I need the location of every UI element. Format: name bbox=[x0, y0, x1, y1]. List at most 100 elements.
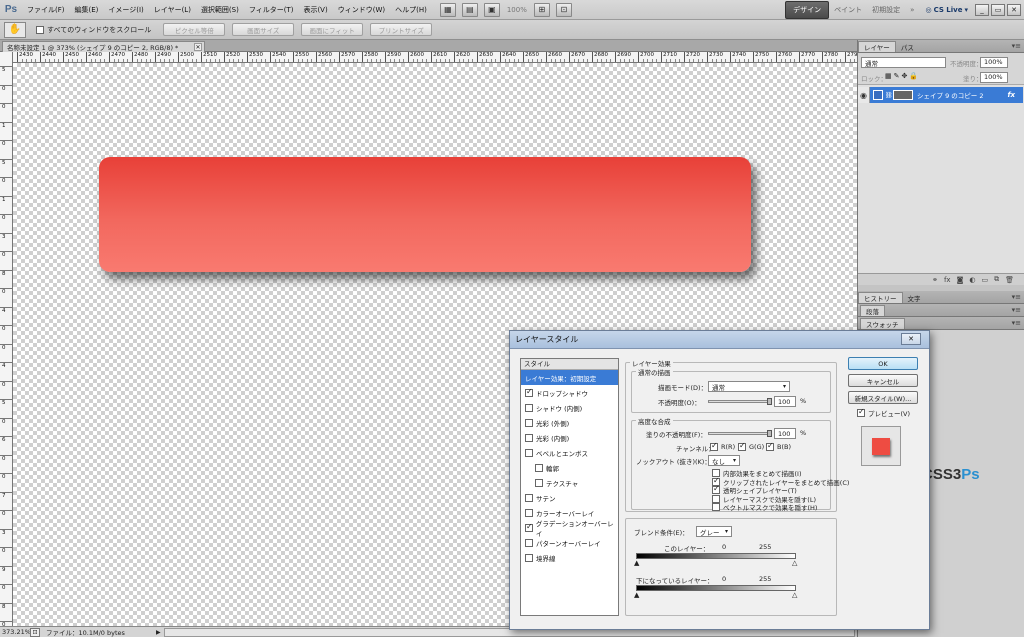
red-button-shape[interactable] bbox=[99, 157, 751, 272]
menu-item[interactable]: ヘルプ(H) bbox=[390, 5, 432, 15]
channel-b-checkbox[interactable] bbox=[766, 441, 774, 451]
style-checkbox[interactable] bbox=[525, 493, 533, 502]
print-size-button[interactable]: プリントサイズ bbox=[370, 23, 433, 36]
ok-button[interactable]: OK bbox=[848, 357, 918, 370]
underlying-black-knob[interactable]: ▲ bbox=[634, 592, 639, 599]
opacity-slider[interactable] bbox=[708, 398, 772, 405]
lock-all-icon[interactable]: 🔒 bbox=[909, 72, 920, 80]
style-list-item[interactable]: シャドウ (内側) bbox=[521, 400, 618, 415]
advanced-option[interactable]: ベクトルマスクで効果を隠す(H) bbox=[712, 502, 817, 512]
hand-tool-icon[interactable]: ✋ bbox=[4, 21, 26, 38]
fill-input[interactable]: 100% bbox=[980, 72, 1008, 83]
preview-toggle[interactable]: プレビュー(V) bbox=[857, 407, 918, 418]
style-checkbox[interactable] bbox=[525, 522, 533, 532]
style-checkbox[interactable] bbox=[525, 387, 533, 397]
new-style-button[interactable]: 新規スタイル(W)... bbox=[848, 391, 918, 404]
style-list-item[interactable]: テクスチャ bbox=[521, 475, 618, 490]
style-list-item[interactable]: ベベルとエンボス bbox=[521, 445, 618, 460]
arrange-docs-icon[interactable]: ⊞ bbox=[533, 2, 550, 17]
view-extras-icon[interactable]: ▣ bbox=[483, 2, 500, 17]
channel-r-checkbox[interactable] bbox=[710, 441, 718, 451]
menu-item[interactable]: ファイル(F) bbox=[22, 5, 70, 15]
status-preview-icon[interactable]: ⊡ bbox=[30, 627, 40, 637]
cancel-button[interactable]: キャンセル bbox=[848, 374, 918, 387]
blend-mode-select[interactable]: 通常 bbox=[861, 57, 946, 68]
blend-if-select[interactable]: グレー bbox=[696, 526, 732, 537]
zoom-field[interactable]: 373.21% bbox=[0, 628, 31, 636]
style-checkbox[interactable] bbox=[525, 433, 533, 442]
fx-icon[interactable]: fx bbox=[1007, 91, 1015, 99]
this-layer-black-knob[interactable]: ▲ bbox=[634, 560, 639, 567]
menu-item[interactable]: 表示(V) bbox=[298, 5, 332, 15]
slider-knob[interactable] bbox=[767, 430, 772, 437]
channel-b[interactable]: B(B) bbox=[766, 441, 791, 451]
fill-opacity-slider[interactable] bbox=[708, 430, 772, 437]
scroll-all-checkbox[interactable] bbox=[36, 25, 44, 34]
close-icon[interactable]: ✕ bbox=[194, 43, 202, 51]
style-checkbox[interactable] bbox=[525, 508, 533, 517]
close-button[interactable]: ✕ bbox=[1007, 3, 1021, 16]
dialog-titlebar[interactable]: レイヤースタイル ✕ bbox=[510, 331, 929, 349]
workspace-paint-button[interactable]: ペイント bbox=[829, 5, 867, 15]
lock-transparency-icon[interactable]: ▦ bbox=[885, 72, 894, 80]
menu-item[interactable]: 選択範囲(S) bbox=[196, 5, 244, 15]
style-checkbox[interactable] bbox=[525, 418, 533, 427]
channel-g-checkbox[interactable] bbox=[738, 441, 746, 451]
style-list-item[interactable]: サテン bbox=[521, 490, 618, 505]
bridge-icon[interactable]: ▦ bbox=[439, 2, 456, 17]
style-list-item[interactable]: ドロップシャドウ bbox=[521, 385, 618, 400]
trash-icon[interactable]: 🗑 bbox=[1005, 276, 1014, 284]
dialog-opacity-input[interactable]: 100 bbox=[774, 396, 796, 407]
tab-paths[interactable]: パス bbox=[896, 41, 919, 52]
status-menu-arrow[interactable]: ▶ bbox=[156, 629, 164, 636]
layer-name[interactable]: シェイプ 9 のコピー 2 bbox=[917, 90, 1007, 100]
fit-screen-button[interactable]: 画面サイズ bbox=[232, 23, 295, 36]
menu-item[interactable]: イメージ(I) bbox=[103, 5, 148, 15]
style-checkbox[interactable] bbox=[525, 538, 533, 547]
dialog-blend-mode-select[interactable]: 通常 bbox=[708, 381, 790, 392]
workspace-design-button[interactable]: デザイン bbox=[785, 0, 830, 19]
this-layer-gradient[interactable] bbox=[636, 553, 796, 559]
style-checkbox[interactable] bbox=[535, 478, 543, 487]
tab-character[interactable]: 文字 bbox=[903, 292, 926, 303]
fill-screen-button[interactable]: 画面にフィット bbox=[301, 23, 364, 36]
style-list-item[interactable]: レイヤー効果：初期設定 bbox=[521, 370, 618, 385]
layer-row-selected[interactable]: ◉ ⛓ シェイプ 9 のコピー 2 fx bbox=[858, 87, 1023, 103]
cs-live-button[interactable]: ◎ CS Live ▾ bbox=[919, 6, 974, 14]
menu-item[interactable]: フィルター(T) bbox=[244, 5, 299, 15]
adjustment-icon[interactable]: ◐ bbox=[969, 276, 975, 284]
add-style-icon[interactable]: fx bbox=[944, 276, 951, 284]
minimize-button[interactable]: _ bbox=[975, 3, 989, 16]
workspace-essentials-button[interactable]: 初期設定 bbox=[867, 5, 905, 15]
screen-mode-icon[interactable]: ⊡ bbox=[555, 2, 572, 17]
style-list-item[interactable]: グラデーションオーバーレイ bbox=[521, 520, 618, 538]
dialog-close-button[interactable]: ✕ bbox=[901, 333, 921, 345]
actual-pixels-button[interactable]: ピクセル等倍 bbox=[163, 23, 226, 36]
style-list-item[interactable]: 光彩 (内側) bbox=[521, 430, 618, 445]
opacity-input[interactable]: 100% bbox=[980, 57, 1008, 68]
zoom-level[interactable]: 100% bbox=[507, 6, 527, 14]
document-tab[interactable]: 名称未設定 1 @ 373% (シェイプ 9 のコピー 2, RGB/8) * … bbox=[2, 41, 205, 52]
lock-paint-icon[interactable]: ✎ bbox=[894, 72, 902, 80]
underlying-gradient[interactable] bbox=[636, 585, 796, 591]
menu-item[interactable]: ウィンドウ(W) bbox=[333, 5, 390, 15]
knockout-select[interactable]: なし bbox=[708, 455, 740, 466]
panel-menu-icon[interactable]: ▾≡ bbox=[1012, 306, 1021, 314]
panel-menu-icon[interactable]: ▾≡ bbox=[1012, 319, 1021, 327]
style-list-item[interactable]: 境界線 bbox=[521, 550, 618, 565]
style-checkbox[interactable] bbox=[525, 403, 533, 412]
channel-g[interactable]: G(G) bbox=[738, 441, 764, 451]
panel-menu-icon[interactable]: ▾≡ bbox=[1012, 42, 1021, 50]
channel-r[interactable]: R(R) bbox=[710, 441, 735, 451]
vertical-ruler[interactable]: 5001050103080400405060070309080 bbox=[0, 52, 13, 628]
tab-swatches[interactable]: スウォッチ bbox=[860, 318, 905, 329]
link-layers-icon[interactable]: ⚭ bbox=[932, 276, 938, 284]
panel-menu-icon[interactable]: ▾≡ bbox=[1012, 293, 1021, 301]
style-checkbox[interactable] bbox=[525, 553, 533, 562]
preview-checkbox[interactable] bbox=[857, 407, 865, 417]
style-list-header[interactable]: スタイル bbox=[521, 359, 618, 370]
underlying-white-knob[interactable]: △ bbox=[792, 592, 797, 599]
lock-icons[interactable]: ▦✎✥🔒 bbox=[885, 72, 920, 80]
mini-bridge-icon[interactable]: ▤ bbox=[461, 2, 478, 17]
tab-layers[interactable]: レイヤー bbox=[858, 41, 896, 52]
